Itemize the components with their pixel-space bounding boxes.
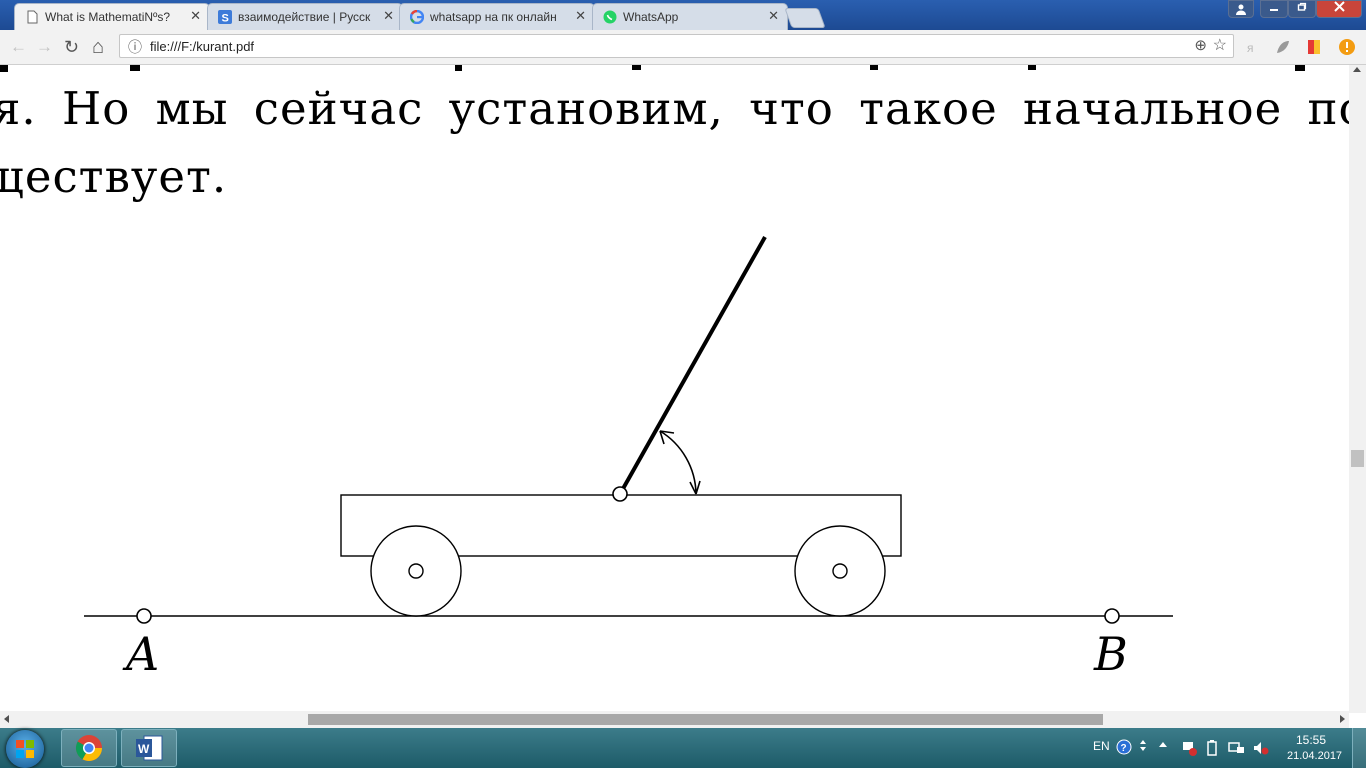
battery-icon[interactable] — [1205, 740, 1219, 756]
windows-taskbar: W EN ? 15:55 21.04.2017 — [0, 728, 1366, 768]
tab-what-is-mathematics[interactable]: What is MathematiNºs? ✕ — [14, 3, 210, 30]
horizontal-scroll-thumb[interactable] — [308, 714, 1103, 725]
svg-text:?: ? — [1121, 743, 1127, 754]
document-icon — [27, 10, 38, 24]
forward-button[interactable]: → — [36, 37, 53, 57]
scroll-left-arrow-icon[interactable] — [4, 715, 9, 723]
tab-label: What is MathematiNºs? — [45, 10, 171, 24]
pendulum-rod — [618, 236, 767, 495]
word-icon: W — [136, 735, 163, 761]
close-icon[interactable]: ✕ — [190, 8, 201, 24]
svg-text:W: W — [138, 742, 150, 756]
home-button[interactable]: ⌂ — [92, 37, 104, 57]
scroll-right-arrow-icon[interactable] — [1340, 715, 1345, 723]
user-menu-button[interactable] — [1228, 0, 1254, 18]
bookmark-flag-icon[interactable] — [1305, 38, 1323, 56]
svg-text:S: S — [222, 13, 229, 25]
tab-whatsapp[interactable]: WhatsApp ✕ — [592, 3, 788, 30]
url-text[interactable]: file:///F:/kurant.pdf — [150, 39, 254, 54]
taskbar-word[interactable]: W — [121, 729, 177, 767]
clock-time[interactable]: 15:55 — [1296, 733, 1326, 747]
close-window-button[interactable] — [1316, 0, 1362, 18]
clock-date[interactable]: 21.04.2017 — [1287, 750, 1342, 762]
tab-strip: What is MathematiNºs? ✕ S взаимодействие… — [0, 0, 1366, 30]
horizontal-scrollbar[interactable] — [0, 711, 1349, 728]
tab-label: взаимодействие | Русск — [238, 10, 371, 24]
yandex-icon[interactable]: я — [1242, 38, 1260, 56]
flag-error-icon[interactable] — [1181, 740, 1197, 756]
windows-logo-icon — [16, 740, 34, 758]
svg-text:я: я — [1247, 41, 1254, 55]
address-bar[interactable]: ⓘ file:///F:/kurant.pdf ⊕ ☆ — [119, 34, 1234, 58]
google-icon — [410, 10, 424, 24]
user-icon — [1236, 4, 1246, 15]
back-button[interactable]: ← — [10, 37, 27, 57]
minimize-icon — [1270, 9, 1278, 11]
restore-icon — [1297, 2, 1307, 11]
warning-icon[interactable] — [1338, 38, 1356, 56]
point-b — [1104, 608, 1120, 624]
left-axle — [408, 563, 424, 579]
extension-leaf-icon[interactable] — [1274, 38, 1292, 56]
zoom-icon[interactable]: ⊕ — [1194, 36, 1207, 54]
tab-label: WhatsApp — [623, 10, 679, 24]
chrome-icon — [75, 735, 103, 762]
maximize-button[interactable] — [1288, 0, 1316, 18]
tab-whatsapp-search[interactable]: whatsapp на пк онлайн ✕ — [399, 3, 595, 30]
new-tab-button[interactable] — [784, 8, 826, 28]
pivot-point — [612, 486, 628, 502]
volume-muted-icon[interactable] — [1252, 740, 1270, 756]
language-switch-icon[interactable] — [1138, 738, 1148, 752]
language-indicator[interactable]: EN — [1093, 739, 1110, 753]
whatsapp-icon — [603, 10, 617, 24]
close-window-icon — [1333, 1, 1345, 12]
vertical-scrollbar[interactable] — [1349, 65, 1366, 713]
cart-pendulum-figure: A B — [84, 236, 1173, 681]
network-icon[interactable] — [1227, 740, 1245, 756]
right-axle — [832, 563, 848, 579]
tab-vzaimodeistvie[interactable]: S взаимодействие | Русск ✕ — [207, 3, 403, 30]
minimize-button[interactable] — [1260, 0, 1288, 18]
taskbar-chrome[interactable] — [61, 729, 117, 767]
start-button[interactable] — [6, 730, 44, 768]
vertical-scroll-thumb[interactable] — [1351, 450, 1364, 467]
close-icon[interactable]: ✕ — [575, 8, 586, 24]
browser-toolbar: ← → ↻ ⌂ ⓘ file:///F:/kurant.pdf ⊕ ☆ я — [0, 30, 1366, 65]
scroll-up-arrow-icon[interactable] — [1353, 67, 1361, 72]
pdf-viewer-page: я. Но мы сейчас установим, что такое нач… — [0, 65, 1349, 713]
show-desktop-button[interactable] — [1352, 728, 1366, 768]
close-icon[interactable]: ✕ — [768, 8, 779, 24]
help-icon[interactable]: ? — [1116, 739, 1132, 755]
reload-button[interactable]: ↻ — [64, 37, 79, 57]
bookmark-star-icon[interactable]: ☆ — [1213, 35, 1227, 55]
close-icon[interactable]: ✕ — [383, 8, 394, 24]
label-b: B — [1093, 627, 1128, 681]
tab-label: whatsapp на пк онлайн — [430, 10, 557, 24]
tray-expand-icon[interactable] — [1158, 740, 1168, 748]
label-a: A — [122, 627, 159, 681]
point-a — [136, 608, 152, 624]
info-icon[interactable]: ⓘ — [128, 37, 142, 57]
s-icon: S — [218, 10, 232, 24]
